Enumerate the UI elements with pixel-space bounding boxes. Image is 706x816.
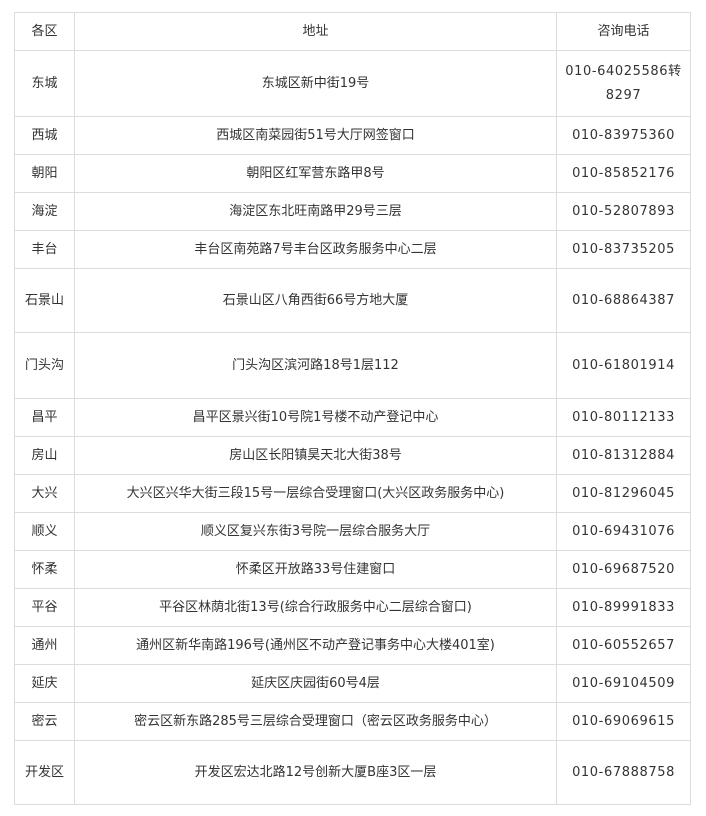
table-row: 通州 通州区新华南路196号(通州区不动产登记事务中心大楼401室) 010-6… [14,626,691,665]
address-cell: 延庆区庆园街60号4层 [74,664,557,703]
address-cell: 通州区新华南路196号(通州区不动产登记事务中心大楼401室) [74,626,557,665]
phone-cell: 010-85852176 [556,154,691,193]
table-row: 丰台 丰台区南苑路7号丰台区政务服务中心二层 010-83735205 [14,230,691,269]
phone-cell: 010-89991833 [556,588,691,627]
address-cell: 大兴区兴华大街三段15号一层综合受理窗口(大兴区政务服务中心) [74,474,557,513]
district-cell: 东城 [14,50,75,117]
table-row: 怀柔 怀柔区开放路33号住建窗口 010-69687520 [14,550,691,589]
phone-cell: 010-83735205 [556,230,691,269]
phone-cell: 010-83975360 [556,116,691,155]
address-cell: 西城区南菜园街51号大厅网签窗口 [74,116,557,155]
table-row: 平谷 平谷区林荫北街13号(综合行政服务中心二层综合窗口) 010-899918… [14,588,691,627]
address-cell: 平谷区林荫北街13号(综合行政服务中心二层综合窗口) [74,588,557,627]
table-row: 朝阳 朝阳区红军营东路甲8号 010-85852176 [14,154,691,193]
district-cell: 平谷 [14,588,75,627]
phone-cell: 010-60552657 [556,626,691,665]
address-cell: 石景山区八角西街66号方地大厦 [74,268,557,333]
phone-cell: 010-69104509 [556,664,691,703]
phone-cell: 010-69431076 [556,512,691,551]
district-cell: 延庆 [14,664,75,703]
phone-cell: 010-52807893 [556,192,691,231]
district-cell: 昌平 [14,398,75,437]
address-cell: 朝阳区红军营东路甲8号 [74,154,557,193]
header-phone: 咨询电话 [556,12,691,51]
table-row: 开发区 开发区宏达北路12号创新大厦B座3区一层 010-67888758 [14,740,691,805]
district-cell: 密云 [14,702,75,741]
phone-cell: 010-61801914 [556,332,691,399]
office-contact-table: 各区 地址 咨询电话 东城 东城区新中街19号 010-64025586转829… [14,12,691,805]
district-cell: 丰台 [14,230,75,269]
address-cell: 房山区长阳镇昊天北大街38号 [74,436,557,475]
address-cell: 丰台区南苑路7号丰台区政务服务中心二层 [74,230,557,269]
table-row: 顺义 顺义区复兴东街3号院一层综合服务大厅 010-69431076 [14,512,691,551]
district-cell: 西城 [14,116,75,155]
table-row: 房山 房山区长阳镇昊天北大街38号 010-81312884 [14,436,691,475]
phone-cell: 010-81296045 [556,474,691,513]
table-row: 延庆 延庆区庆园街60号4层 010-69104509 [14,664,691,703]
table-row: 东城 东城区新中街19号 010-64025586转8297 [14,50,691,117]
address-cell: 昌平区景兴街10号院1号楼不动产登记中心 [74,398,557,437]
table-row: 西城 西城区南菜园街51号大厅网签窗口 010-83975360 [14,116,691,155]
address-cell: 密云区新东路285号三层综合受理窗口（密云区政务服务中心） [74,702,557,741]
phone-cell: 010-80112133 [556,398,691,437]
address-cell: 海淀区东北旺南路甲29号三层 [74,192,557,231]
phone-cell: 010-81312884 [556,436,691,475]
table-header-row: 各区 地址 咨询电话 [14,12,691,51]
district-cell: 房山 [14,436,75,475]
district-cell: 通州 [14,626,75,665]
table-row: 门头沟 门头沟区滨河路18号1层112 010-61801914 [14,332,691,399]
table-row: 昌平 昌平区景兴街10号院1号楼不动产登记中心 010-80112133 [14,398,691,437]
header-address: 地址 [74,12,557,51]
phone-cell: 010-67888758 [556,740,691,805]
table-row: 海淀 海淀区东北旺南路甲29号三层 010-52807893 [14,192,691,231]
address-cell: 开发区宏达北路12号创新大厦B座3区一层 [74,740,557,805]
district-cell: 大兴 [14,474,75,513]
table-row: 密云 密云区新东路285号三层综合受理窗口（密云区政务服务中心） 010-690… [14,702,691,741]
contact-table-container: 各区 地址 咨询电话 东城 东城区新中街19号 010-64025586转829… [14,12,691,805]
district-cell: 顺义 [14,512,75,551]
address-cell: 东城区新中街19号 [74,50,557,117]
district-cell: 朝阳 [14,154,75,193]
district-cell: 海淀 [14,192,75,231]
address-cell: 门头沟区滨河路18号1层112 [74,332,557,399]
district-cell: 开发区 [14,740,75,805]
table-row: 石景山 石景山区八角西街66号方地大厦 010-68864387 [14,268,691,333]
address-cell: 顺义区复兴东街3号院一层综合服务大厅 [74,512,557,551]
address-cell: 怀柔区开放路33号住建窗口 [74,550,557,589]
district-cell: 门头沟 [14,332,75,399]
phone-cell: 010-68864387 [556,268,691,333]
phone-cell: 010-64025586转8297 [556,50,691,117]
table-row: 大兴 大兴区兴华大街三段15号一层综合受理窗口(大兴区政务服务中心) 010-8… [14,474,691,513]
header-district: 各区 [14,12,75,51]
phone-cell: 010-69687520 [556,550,691,589]
district-cell: 石景山 [14,268,75,333]
phone-cell: 010-69069615 [556,702,691,741]
district-cell: 怀柔 [14,550,75,589]
